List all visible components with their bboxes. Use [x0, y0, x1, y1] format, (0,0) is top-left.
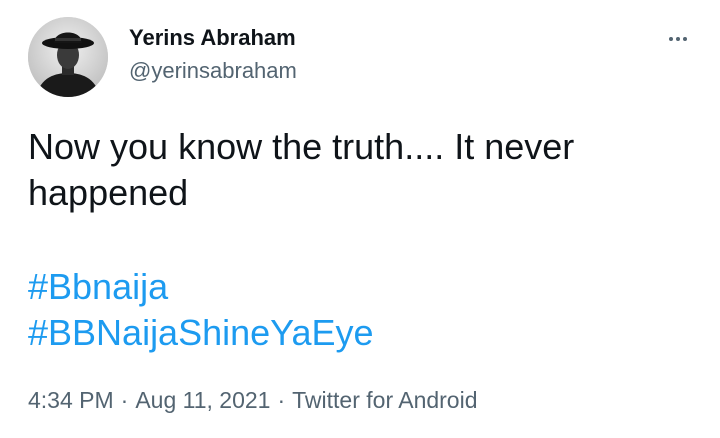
hashtag-link-bbnaijashineyaeye[interactable]: #BBNaijaShineYaEye: [28, 310, 374, 356]
tweet-time[interactable]: 4:34 PM: [28, 387, 114, 413]
more-horizontal-icon-dot: [683, 37, 687, 41]
tweet-card: Yerins Abraham @yerinsabraham Now you kn…: [0, 0, 720, 438]
meta-separator: ·: [277, 387, 286, 413]
tweet-text-line: happened: [28, 172, 189, 213]
tweet-date[interactable]: Aug 11, 2021: [135, 387, 270, 413]
profile-photo-icon: [28, 17, 108, 97]
tweet-text: Now you know the truth.... It never happ…: [28, 124, 688, 216]
tweet-metadata: 4:34 PM · Aug 11, 2021 · Twitter for Android: [28, 387, 478, 414]
hashtag-link-bbnaija[interactable]: #Bbnaija: [28, 264, 374, 310]
author-handle[interactable]: @yerinsabraham: [129, 58, 297, 84]
meta-separator: ·: [120, 387, 129, 413]
more-options-button[interactable]: [660, 26, 696, 52]
more-horizontal-icon-dot: [676, 37, 680, 41]
tweet-text-line: Now you know the truth.... It never: [28, 126, 575, 167]
avatar[interactable]: [28, 17, 108, 97]
tweet-source-link[interactable]: Twitter for Android: [292, 387, 477, 413]
author-display-name[interactable]: Yerins Abraham: [129, 25, 296, 51]
more-horizontal-icon: [669, 37, 673, 41]
hashtag-list: #Bbnaija #BBNaijaShineYaEye: [28, 264, 374, 356]
